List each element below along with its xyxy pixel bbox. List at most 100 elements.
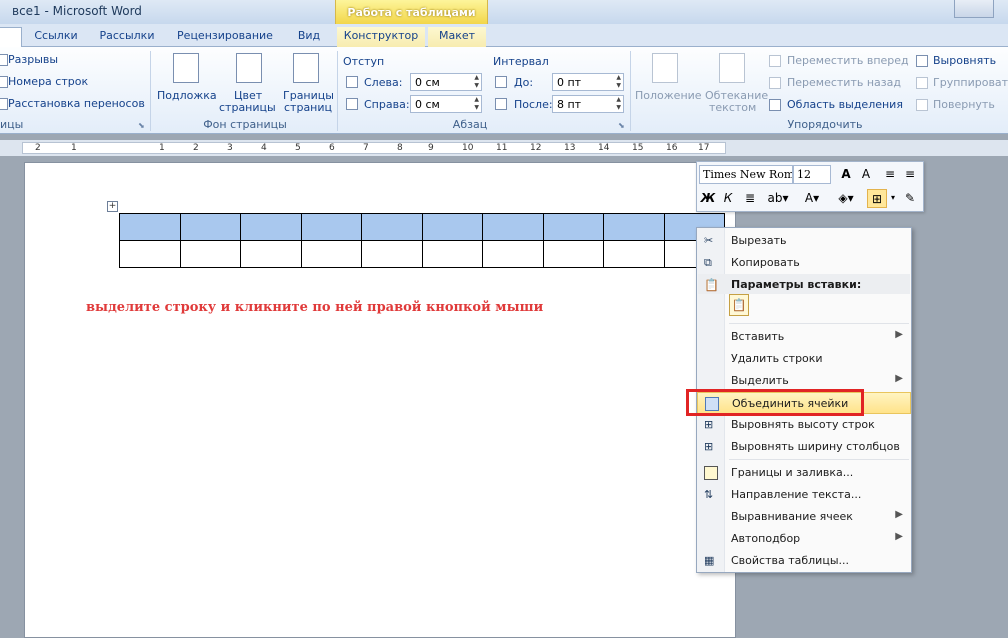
- table-cell[interactable]: [482, 213, 544, 241]
- menu-item-distribute-rows[interactable]: ⊞ Выровнять высоту строк: [697, 414, 911, 436]
- indent-right-label: Справа:: [364, 98, 410, 111]
- spin-arrows-icon[interactable]: ▲ ▼: [474, 96, 479, 112]
- minimize-button[interactable]: [954, 0, 994, 18]
- align-button[interactable]: Выровнять: [933, 54, 996, 67]
- page-borders-button-line2[interactable]: страниц: [284, 101, 332, 114]
- eraser-icon[interactable]: ✎: [901, 189, 919, 208]
- table-cell[interactable]: [361, 240, 423, 268]
- menu-item-borders-shading[interactable]: Границы и заливка...: [697, 462, 911, 484]
- paragraph-group-label: Абзац: [452, 118, 488, 131]
- spacing-after-icon: [495, 98, 507, 110]
- table-row[interactable]: [119, 240, 725, 268]
- tab-review[interactable]: Рецензирование: [166, 27, 284, 47]
- spin-arrows-icon[interactable]: ▲ ▼: [616, 74, 621, 90]
- spin-arrows-icon[interactable]: ▲ ▼: [474, 74, 479, 90]
- menu-item-label: Выравнивание ячеек: [731, 510, 853, 523]
- group-separator: [337, 51, 338, 131]
- shrink-font-icon[interactable]: A: [857, 165, 875, 184]
- tab-mailings[interactable]: Рассылки: [92, 27, 162, 47]
- ruler-number: 1: [159, 143, 165, 153]
- wrap-text-button-line2[interactable]: текстом: [709, 101, 756, 114]
- shading-icon[interactable]: ◈▾: [831, 189, 861, 208]
- paragraph-launcher-icon[interactable]: ⬊: [618, 121, 625, 130]
- table-properties-icon: ▦: [704, 554, 715, 567]
- page-background-group-label: Фон страницы: [203, 118, 287, 131]
- table-row[interactable]: [119, 213, 725, 241]
- table-cell[interactable]: [421, 240, 483, 268]
- font-name-value: Times New Rom: [703, 168, 793, 181]
- table-cell[interactable]: [361, 213, 423, 241]
- indent-left-icon: [346, 76, 358, 88]
- tab-layout[interactable]: Макет: [428, 27, 486, 47]
- table-cell[interactable]: [603, 213, 665, 241]
- table-cell[interactable]: [603, 240, 665, 268]
- bold-button[interactable]: Ж: [699, 189, 717, 208]
- increase-indent-icon[interactable]: ≡: [901, 165, 919, 184]
- breaks-button[interactable]: Разрывы: [8, 53, 58, 66]
- document-table[interactable]: [119, 213, 725, 268]
- table-cell[interactable]: [421, 213, 483, 241]
- menu-item-autofit[interactable]: Автоподбор ▶: [697, 528, 911, 550]
- menu-item-delete-rows[interactable]: Удалить строки: [697, 348, 911, 370]
- rotate-button[interactable]: Повернуть: [933, 98, 995, 111]
- tab-references[interactable]: Ссылки: [24, 27, 88, 47]
- menu-item-label: Удалить строки: [731, 352, 823, 365]
- grow-font-icon[interactable]: A: [837, 165, 855, 184]
- table-cell[interactable]: [300, 213, 362, 241]
- spacing-after-field[interactable]: 8 пт ▲ ▼: [552, 95, 624, 113]
- bring-forward-button[interactable]: Переместить вперед: [787, 54, 909, 67]
- position-button[interactable]: Положение: [635, 89, 702, 102]
- spin-arrows-icon[interactable]: ▲ ▼: [616, 96, 621, 112]
- menu-item-insert[interactable]: Вставить ▶: [697, 326, 911, 348]
- table-cell[interactable]: [179, 213, 241, 241]
- selection-pane-button[interactable]: Область выделения: [787, 98, 903, 111]
- borders-dropdown-icon[interactable]: ▾: [889, 189, 897, 208]
- italic-button[interactable]: К: [719, 189, 737, 208]
- menu-item-distribute-columns[interactable]: ⊞ Выровнять ширину столбцов: [697, 436, 911, 458]
- menu-item-label: Копировать: [731, 256, 800, 269]
- font-name-field[interactable]: Times New Rom: [699, 165, 793, 184]
- menu-item-cell-alignment[interactable]: Выравнивание ячеек ▶: [697, 506, 911, 528]
- menu-item-cut[interactable]: ✂ Вырезать: [697, 230, 911, 252]
- indent-right-icon: [346, 98, 358, 110]
- paste-keep-formatting-icon[interactable]: 📋: [729, 294, 749, 316]
- line-numbers-button[interactable]: Номера строк: [8, 75, 88, 88]
- table-cell[interactable]: [300, 240, 362, 268]
- table-move-handle-icon[interactable]: +: [107, 201, 118, 212]
- table-cell[interactable]: [119, 240, 181, 268]
- title-bar: все1 - Microsoft Word: [0, 0, 1008, 24]
- decrease-indent-icon[interactable]: ≡: [881, 165, 899, 184]
- highlight-color-icon[interactable]: ab▾: [763, 189, 793, 208]
- tab-design[interactable]: Конструктор: [337, 27, 425, 47]
- watermark-button[interactable]: Подложка: [157, 89, 217, 102]
- table-tools-header: Работа с таблицами: [335, 0, 488, 24]
- center-align-icon[interactable]: ≣: [741, 189, 759, 208]
- horizontal-ruler[interactable]: 2 1 1 2 3 4 5 6 7 8 9 10 11 12 13 14 15 …: [0, 140, 1008, 156]
- borders-icon[interactable]: ⊞: [867, 189, 887, 208]
- group-button[interactable]: Группировать: [933, 76, 1008, 89]
- selection-pane-icon: [769, 99, 781, 111]
- indent-right-field[interactable]: 0 см ▲ ▼: [410, 95, 482, 113]
- table-cell[interactable]: [542, 240, 604, 268]
- page-color-button-line2[interactable]: страницы: [219, 101, 276, 114]
- table-cell[interactable]: [482, 240, 544, 268]
- table-cell[interactable]: [240, 213, 302, 241]
- page-setup-launcher-icon[interactable]: ⬊: [138, 121, 145, 130]
- font-color-icon[interactable]: A▾: [797, 189, 827, 208]
- menu-item-copy[interactable]: ⧉ Копировать: [697, 252, 911, 274]
- send-backward-button[interactable]: Переместить назад: [787, 76, 901, 89]
- menu-item-label: Выровнять ширину столбцов: [731, 440, 900, 453]
- menu-item-text-direction[interactable]: ⇅ Направление текста...: [697, 484, 911, 506]
- spacing-before-field[interactable]: 0 пт ▲ ▼: [552, 73, 624, 91]
- tab-view[interactable]: Вид: [288, 27, 330, 47]
- menu-item-table-properties[interactable]: ▦ Свойства таблицы...: [697, 550, 911, 572]
- spacing-before-icon: [495, 76, 507, 88]
- table-cell[interactable]: [542, 213, 604, 241]
- table-cell[interactable]: [119, 213, 181, 241]
- tab-home-partial[interactable]: [0, 27, 22, 47]
- hyphenation-button[interactable]: Расстановка переносов: [8, 97, 145, 110]
- table-cell[interactable]: [179, 240, 241, 268]
- table-cell[interactable]: [240, 240, 302, 268]
- font-size-field[interactable]: 12: [793, 165, 831, 184]
- indent-left-field[interactable]: 0 см ▲ ▼: [410, 73, 482, 91]
